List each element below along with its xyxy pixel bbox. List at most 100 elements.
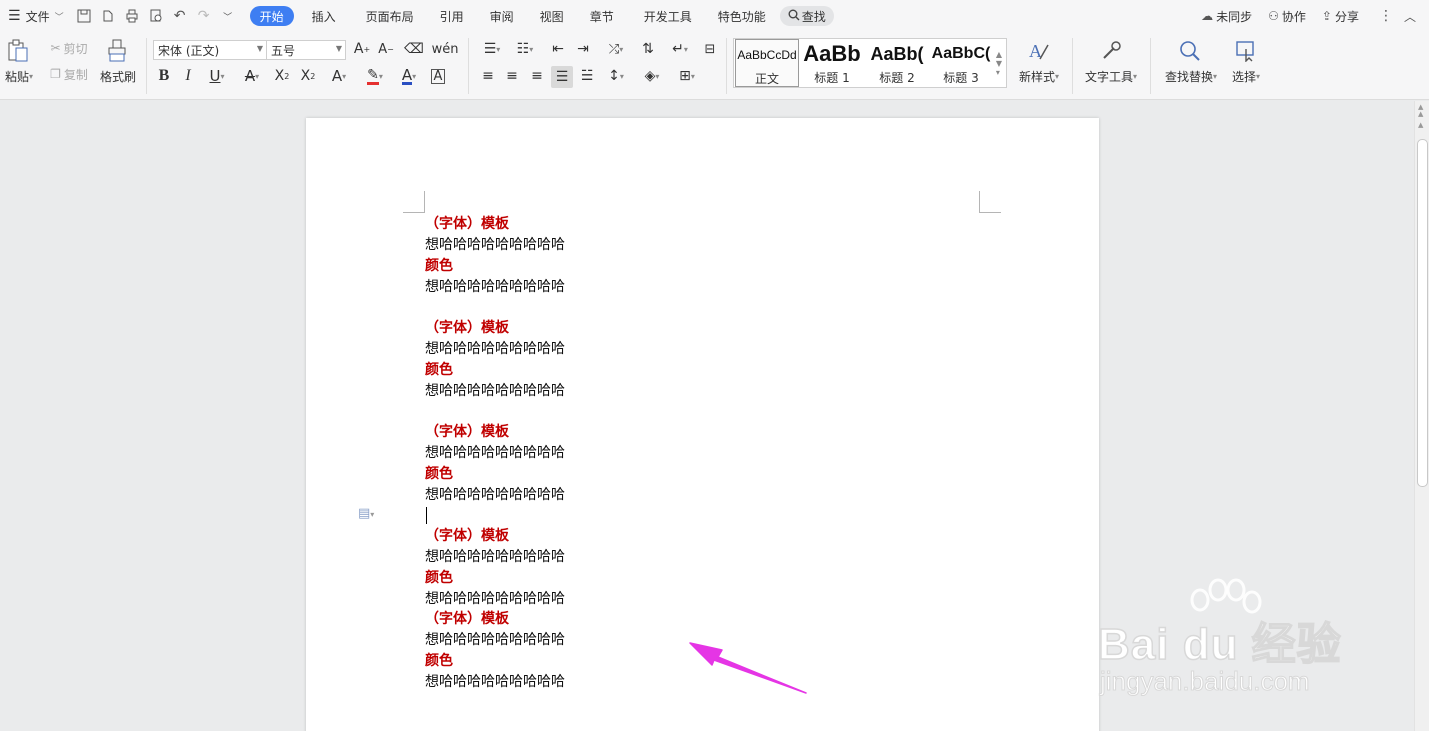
print-preview-icon[interactable]: [147, 7, 165, 25]
share-icon: ⇪: [1321, 9, 1332, 23]
more-chevron-icon[interactable]: ﹀: [219, 7, 237, 25]
collab-button[interactable]: ⚇ 协作: [1260, 5, 1314, 27]
tab-review[interactable]: 审阅: [482, 5, 522, 27]
new-style-button[interactable]: 新样式 ▾: [1014, 68, 1064, 84]
font-color-icon[interactable]: A ▾: [395, 66, 423, 86]
sort-icon[interactable]: ⇅: [638, 40, 658, 58]
chevron-down-icon: ▾: [1055, 71, 1060, 81]
doc-line: （字体）模板: [425, 424, 509, 440]
font-name-select[interactable]: 宋体 (正文) ▼: [153, 40, 267, 60]
justify-icon[interactable]: ☰: [551, 66, 573, 88]
bullet-list-icon[interactable]: ☰ ▾: [478, 40, 506, 58]
style-sample: AaBbC(: [931, 45, 991, 62]
borders-icon[interactable]: ⊞ ▾: [673, 66, 701, 86]
align-center-icon[interactable]: ≡: [502, 66, 522, 86]
shading-icon[interactable]: ◈ ▾: [638, 66, 666, 86]
tab-page-layout[interactable]: 页面布局: [358, 5, 422, 27]
char-border-icon[interactable]: A: [429, 66, 447, 86]
output-pdf-icon[interactable]: [99, 7, 117, 25]
tab-references-label: 引用: [439, 9, 464, 24]
strikethrough-icon[interactable]: A ▾: [238, 66, 266, 86]
style-heading-2[interactable]: AaBb( 标题 2: [865, 39, 929, 87]
document-page[interactable]: （字体）模板 想哈哈哈哈哈哈哈哈哈 颜色 想哈哈哈哈哈哈哈哈哈 （字体）模板 想…: [306, 118, 1099, 731]
tab-view[interactable]: 视图: [532, 5, 572, 27]
show-marks-icon[interactable]: ↵ ▾: [666, 40, 694, 58]
copy-button[interactable]: ❐ 复制: [44, 66, 94, 82]
underline-icon[interactable]: U ▾: [203, 66, 231, 86]
font-name-value: 宋体 (正文): [158, 43, 220, 58]
cloud-icon: ☁: [1201, 9, 1214, 23]
style-heading-3[interactable]: AaBbC( 标题 3: [930, 39, 992, 87]
redo-icon[interactable]: ↷: [195, 7, 213, 25]
tab-insert[interactable]: 插入: [304, 5, 344, 27]
chevron-down-icon: ▾: [1213, 71, 1218, 81]
undo-icon[interactable]: ↶: [171, 7, 189, 25]
print-icon[interactable]: [123, 7, 141, 25]
paragraph-layout-icon[interactable]: ▤▾: [358, 506, 386, 522]
phonetic-guide-icon[interactable]: wén: [431, 40, 459, 58]
decrease-font-icon[interactable]: A −: [377, 40, 395, 58]
tab-home[interactable]: 开始: [249, 6, 294, 26]
search-button[interactable]: 查找: [779, 6, 834, 26]
superscript-icon[interactable]: X2: [272, 66, 292, 86]
find-replace-icon[interactable]: [1177, 38, 1203, 64]
increase-indent-icon[interactable]: ⇥: [573, 40, 593, 58]
share-button[interactable]: ⇪ 分享: [1314, 5, 1367, 27]
text-effect-icon[interactable]: A ▾: [325, 66, 353, 86]
more-options-icon[interactable]: ⋮: [1377, 7, 1395, 25]
text-tools-button[interactable]: 文字工具 ▾: [1081, 68, 1141, 84]
numbered-list-icon[interactable]: ☷ ▾: [511, 40, 539, 58]
tab-chapter[interactable]: 章节: [582, 5, 622, 27]
collapse-ribbon-icon[interactable]: ︿: [1401, 7, 1419, 25]
style-heading-1[interactable]: AaBb 标题 1: [800, 39, 864, 87]
paste-icon[interactable]: [6, 38, 30, 64]
highlight-color-icon[interactable]: ✎ ▾: [361, 66, 389, 86]
tab-references[interactable]: 引用: [432, 5, 472, 27]
doc-line: 想哈哈哈哈哈哈哈哈哈: [425, 549, 565, 565]
scroll-up-arrow-icon[interactable]: ▲: [1418, 121, 1423, 129]
vertical-scrollbar[interactable]: ▲ ▲ ▲: [1414, 101, 1429, 731]
tab-insert-label: 插入: [311, 9, 336, 24]
text-direction-icon[interactable]: ⤮ ▾: [602, 40, 630, 58]
tab-special-features[interactable]: 特色功能: [710, 5, 774, 27]
margin-corner-marker: [403, 191, 425, 213]
clear-format-icon[interactable]: ⌫: [404, 40, 424, 58]
table-draw-icon[interactable]: ⊟: [700, 40, 720, 58]
distributed-icon[interactable]: ☱: [577, 66, 597, 86]
select-icon[interactable]: [1233, 38, 1259, 64]
collab-label: 协作: [1281, 9, 1306, 24]
text-tools-icon[interactable]: [1098, 38, 1124, 64]
file-menu[interactable]: ☰ 文件 ﹀: [0, 5, 72, 27]
select-button[interactable]: 选择 ▾: [1226, 68, 1266, 84]
style-normal[interactable]: AaBbCcDd 正文: [735, 39, 799, 87]
new-style-icon[interactable]: A: [1026, 38, 1052, 64]
decrease-indent-icon[interactable]: ⇤: [548, 40, 568, 58]
line-spacing-icon[interactable]: ↕ ▾: [602, 66, 630, 86]
paste-button[interactable]: 粘贴 ▾: [2, 68, 36, 84]
style-sample: AaBbCcDd: [737, 48, 797, 62]
tab-developer[interactable]: 开发工具: [636, 5, 700, 27]
format-painter-button[interactable]: 格式刷: [97, 68, 139, 84]
doc-line: 想哈哈哈哈哈哈哈哈哈: [425, 383, 565, 399]
italic-icon[interactable]: I: [179, 66, 197, 86]
gallery-scroll-icon[interactable]: ▲ ▼ ▾: [993, 41, 1005, 85]
save-icon[interactable]: [75, 7, 93, 25]
style-label: 正文: [754, 72, 779, 86]
format-painter-icon[interactable]: [104, 38, 130, 64]
align-right-icon[interactable]: ≡: [527, 66, 547, 86]
scroll-up-icon[interactable]: ▲ ▲: [1418, 104, 1423, 118]
doc-line: 颜色: [425, 570, 453, 586]
doc-line: 颜色: [425, 362, 453, 378]
scroll-thumb[interactable]: [1417, 139, 1428, 487]
cut-button[interactable]: ✂ 剪切: [44, 40, 94, 56]
scissors-icon: ✂: [50, 41, 61, 55]
font-size-select[interactable]: 五号 ▼: [266, 40, 346, 60]
bold-icon[interactable]: B: [155, 66, 173, 86]
increase-font-icon[interactable]: A +: [353, 40, 371, 58]
subscript-icon[interactable]: X2: [298, 66, 318, 86]
style-sample: AaBb: [803, 41, 861, 66]
align-left-icon[interactable]: ≡: [478, 66, 498, 86]
doc-line: 想哈哈哈哈哈哈哈哈哈: [425, 341, 565, 357]
find-replace-button[interactable]: 查找替换 ▾: [1160, 68, 1222, 84]
sync-button[interactable]: ☁ 未同步: [1193, 5, 1260, 27]
